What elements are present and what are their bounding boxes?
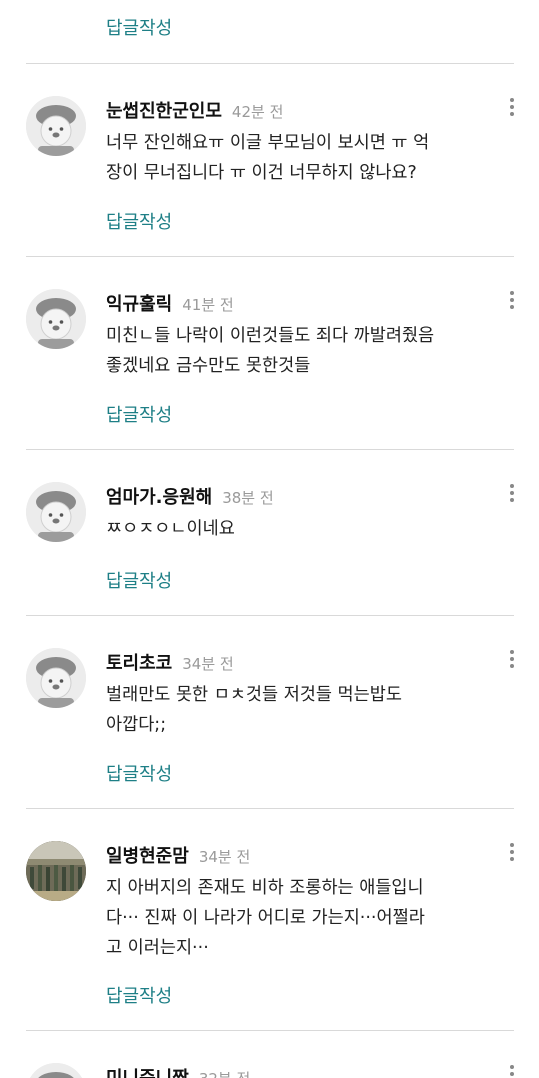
- nickname[interactable]: 익규훌릭 41분 전: [106, 290, 234, 316]
- more-options-icon[interactable]: [504, 96, 520, 118]
- reply-button[interactable]: 답글작성: [106, 208, 172, 234]
- more-options-icon[interactable]: [504, 648, 520, 670]
- comment-item: 엄마가.응원해 38분 전 ㅉㅇㅈㅇㄴ이네요 답글작성: [0, 450, 539, 615]
- text-line: 벌래만도 못한 ㅁㅊ것들 저것들 먹는밥도: [106, 685, 402, 705]
- avatar[interactable]: [26, 96, 86, 156]
- nickname[interactable]: 일병현준맘 34분 전: [106, 842, 250, 868]
- reply-button[interactable]: 답글작성: [106, 14, 172, 40]
- avatar[interactable]: [26, 289, 86, 349]
- text-line: 미친ㄴ들 나락이 이런것들도 죄다 까발려줬음: [106, 326, 435, 346]
- timestamp: 38분 전: [222, 489, 274, 507]
- text-line: 다··· 진짜 이 나라가 어디로 가는지···어쩔라: [106, 908, 425, 928]
- nickname[interactable]: 엄마가.응원해 38분 전: [106, 483, 274, 509]
- text-line: 고 이러는지···: [106, 938, 209, 958]
- avatar[interactable]: [26, 1063, 86, 1078]
- reply-button[interactable]: 답글작성: [106, 567, 172, 593]
- more-options-icon[interactable]: [504, 289, 520, 311]
- more-options-icon[interactable]: [504, 1063, 520, 1078]
- timestamp: 34분 전: [182, 655, 234, 673]
- comment-item: 눈썹진한군인모 42분 전 너무 잔인해요ㅠ 이글 부모님이 보시면 ㅠ 억 장이…: [0, 64, 539, 256]
- comment-item: 일병현준맘 34분 전 지 아버지의 존재도 비하 조롱하는 애들입니 다··· …: [0, 809, 539, 1029]
- bear-soldier-icon: [26, 648, 86, 708]
- reply-button[interactable]: 답글작성: [106, 982, 172, 1008]
- bear-soldier-icon: [26, 289, 86, 349]
- text-line: 아깝다;;: [106, 715, 167, 735]
- timestamp: 32분 전: [199, 1070, 250, 1078]
- text-line: 장이 무너집니다 ㅠ 이건 너무하지 않나요?: [106, 163, 417, 183]
- comment-text: 너무 잔인해요ㅠ 이글 부모님이 보시면 ㅠ 억 장이 무너집니다 ㅠ 이건 너…: [106, 128, 496, 188]
- nickname[interactable]: 토리초코 34분 전: [106, 649, 234, 675]
- timestamp: 34분 전: [198, 848, 251, 866]
- comment-text: 미친ㄴ들 나락이 이런것들도 죄다 까발려줬음 좋겠네요 금수만도 못한것들: [106, 321, 496, 381]
- avatar[interactable]: [26, 482, 86, 542]
- text-line: ㅉㅇㅈㅇㄴ이네요: [106, 519, 235, 539]
- bear-soldier-icon: [26, 482, 86, 542]
- more-options-icon[interactable]: [504, 841, 520, 863]
- bear-soldier-icon: [26, 96, 86, 156]
- nickname[interactable]: 눈썹진한군인모 42분 전: [106, 97, 283, 123]
- bear-soldier-icon: [30, 1063, 82, 1078]
- comment-text: 지 아버지의 존재도 비하 조롱하는 애들입니 다··· 진짜 이 나라가 어디…: [106, 873, 496, 963]
- reply-button[interactable]: 답글작성: [106, 401, 172, 427]
- more-options-icon[interactable]: [504, 482, 520, 504]
- text-line: 좋겠네요 금수만도 못한것들: [106, 356, 311, 376]
- nickname[interactable]: 미니준니짱32분 전: [106, 1064, 250, 1078]
- text-line: 너무 잔인해요ㅠ 이글 부모님이 보시면 ㅠ 억: [106, 133, 430, 153]
- avatar[interactable]: [26, 841, 86, 901]
- timestamp: 41분 전: [182, 296, 234, 314]
- comment-text: 벌래만도 못한 ㅁㅊ것들 저것들 먹는밥도 아깝다;;: [106, 680, 496, 740]
- comment-item: 익규훌릭 41분 전 미친ㄴ들 나락이 이런것들도 죄다 까발려줬음 좋겠네요 금…: [0, 257, 539, 449]
- text-line: 지 아버지의 존재도 비하 조롱하는 애들입니: [106, 878, 424, 898]
- comment-text: ㅉㅇㅈㅇㄴ이네요: [106, 514, 496, 544]
- photo-avatar-icon: [26, 841, 86, 901]
- comment-item: 토리초코 34분 전 벌래만도 못한 ㅁㅊ것들 저것들 먹는밥도 아깝다;; 답글…: [0, 616, 539, 808]
- timestamp: 42분 전: [231, 103, 284, 121]
- comment-item: 미니준니짱32분 전: [0, 1031, 539, 1078]
- avatar[interactable]: [26, 648, 86, 708]
- reply-button[interactable]: 답글작성: [106, 760, 172, 786]
